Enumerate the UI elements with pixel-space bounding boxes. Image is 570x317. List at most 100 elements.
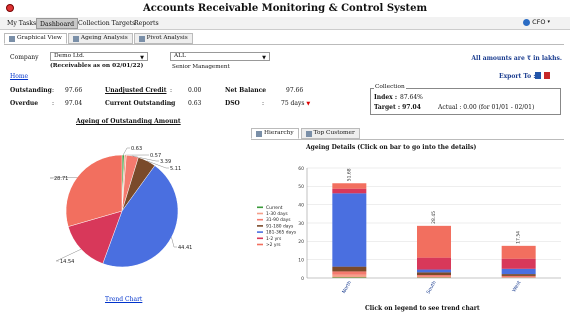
bar-segment[interactable] [332,193,367,267]
current-outstanding-value: 0.63 [188,100,202,107]
legend-swatch[interactable] [257,218,263,221]
bar-segment[interactable] [332,271,367,275]
collection-actual: Actual : 0.00 (for 01/01 - 02/01) [438,104,534,111]
overdue-value: 97.04 [65,100,83,107]
tab-label: Graphical View [17,35,62,41]
bar-segment[interactable] [417,269,451,273]
tab-divider [4,44,564,45]
as-on-date: (Receivables as on 02/01/22) [50,63,144,69]
pie-leader-line [171,237,177,248]
bar-segment[interactable] [501,277,536,278]
pie-slice-label: 44.41 [178,245,192,251]
dso-value-text: 75 days [281,100,305,107]
hierarchy-icon [256,130,262,137]
tab-top-customer[interactable]: Top Customer [300,128,360,139]
detail-tabs: Hierarchy Top Customer [251,128,360,139]
trend-chart-link[interactable]: Trend Chart [105,296,142,303]
view-tabs: Graphical View Ageing Analysis Pivot Ana… [4,33,193,44]
bar-segment[interactable] [501,268,536,275]
legend-item[interactable]: 31-90 days [266,217,291,223]
menu-reports[interactable]: Reports [131,18,162,29]
bar-segment[interactable] [501,274,536,276]
bar-segment[interactable] [501,258,536,269]
legend-item[interactable]: 91-180 days [266,223,294,229]
ageing-details-bar-chart[interactable]: 0 10 20 30 40 50 60 51.68 North 28.45 South 17.54 We… [251,152,566,302]
legend-item[interactable]: >2 yrs [266,242,281,248]
tab-graphical-view[interactable]: Graphical View [4,33,67,44]
export-label: Export To : [499,73,536,80]
globe-icon [523,18,531,26]
export-pdf-icon[interactable] [544,72,550,79]
y-tick-label: 10 [298,257,304,263]
net-balance-label: Net Balance [225,87,267,94]
net-balance-value: 97.66 [286,87,304,94]
outstanding-label: Outstanding [10,87,52,94]
menu-collection-targets[interactable]: Collection Targets [75,18,138,29]
tab-hierarchy[interactable]: Hierarchy [251,128,299,139]
tab-label: Top Customer [313,130,355,136]
ageing-chart-title: Ageing of Outstanding Amount [76,118,181,125]
detail-tab-divider [251,139,564,140]
bar-segment[interactable] [332,274,367,278]
y-tick-label: 0 [301,276,304,282]
collection-target: Target : 97.04 [374,104,421,111]
bar-segment[interactable] [501,275,536,278]
bar-segment[interactable] [417,225,451,258]
current-outstanding-label: Current Outstanding [105,100,176,107]
pie-slice-label: 0.63 [131,146,142,152]
tab-ageing-analysis[interactable]: Ageing Analysis [67,33,133,44]
legend-swatch[interactable] [257,237,263,240]
tab-label: Ageing Analysis [80,35,128,41]
amounts-note: All amounts are ₹ in lakhs. [471,55,562,62]
collection-legend: Collection [374,84,406,90]
collection-index-value: 87.64% [400,94,423,101]
x-tick-label[interactable]: West [511,280,522,293]
legend-swatch[interactable] [257,206,263,209]
legend-item[interactable]: Current [266,205,283,211]
bar-segment[interactable] [417,276,451,278]
bar-segment[interactable] [332,277,367,278]
company-label: Company [10,54,39,61]
bar-segment[interactable] [332,266,367,272]
menu-dashboard[interactable]: Dashboard [36,18,79,29]
sep: : [52,87,55,94]
y-tick-label: 20 [298,239,304,245]
pie-slice-label: 5.11 [170,166,181,172]
collection-index-label: Index : [374,94,398,101]
y-tick-label: 50 [298,184,304,190]
company-select[interactable]: Demo Ltd. ▼ [50,52,148,61]
company-select-value: Demo Ltd. [54,53,85,59]
legend-item[interactable]: 181-365 days [266,230,297,236]
user-menu[interactable]: CFO ▾ [523,18,550,26]
bar-total-label: 28.45 [431,211,437,224]
menu-my-tasks[interactable]: My Tasks [4,18,39,29]
bar-segment[interactable] [417,275,451,277]
ageing-pie-chart[interactable]: 0.630.573.395.1144.4114.5428.71 [0,128,250,293]
legend-swatch[interactable] [257,225,263,227]
scope-select-value: ALL [174,53,186,59]
legend-item[interactable]: 1-30 days [266,211,288,217]
legend-swatch[interactable] [257,212,263,215]
bar-segment[interactable] [501,245,536,259]
bar-segment[interactable] [332,183,367,189]
chevron-down-icon: ▾ [547,19,550,25]
bar-segment[interactable] [417,272,451,276]
legend-item[interactable]: 1-2 yrs [266,236,282,242]
x-tick-label[interactable]: South [426,280,438,295]
x-tick-label[interactable]: North [341,280,353,295]
legend-swatch[interactable] [257,243,263,246]
home-link[interactable]: Home [10,73,28,80]
bar-total-label: 17.54 [516,231,522,244]
pivot-icon [138,35,145,42]
export-word-icon[interactable] [535,72,541,79]
bar-segment[interactable] [417,257,451,270]
sep: : [52,100,55,107]
table-icon [72,35,79,42]
legend-swatch[interactable] [257,231,263,233]
bar-segment[interactable] [332,188,367,194]
chart-icon [9,35,15,42]
dso-label: DSO [225,100,240,107]
tab-pivot-analysis[interactable]: Pivot Analysis [133,33,193,44]
scope-select[interactable]: ALL ▼ [170,52,270,61]
pie-slice-label: 3.39 [160,159,171,165]
